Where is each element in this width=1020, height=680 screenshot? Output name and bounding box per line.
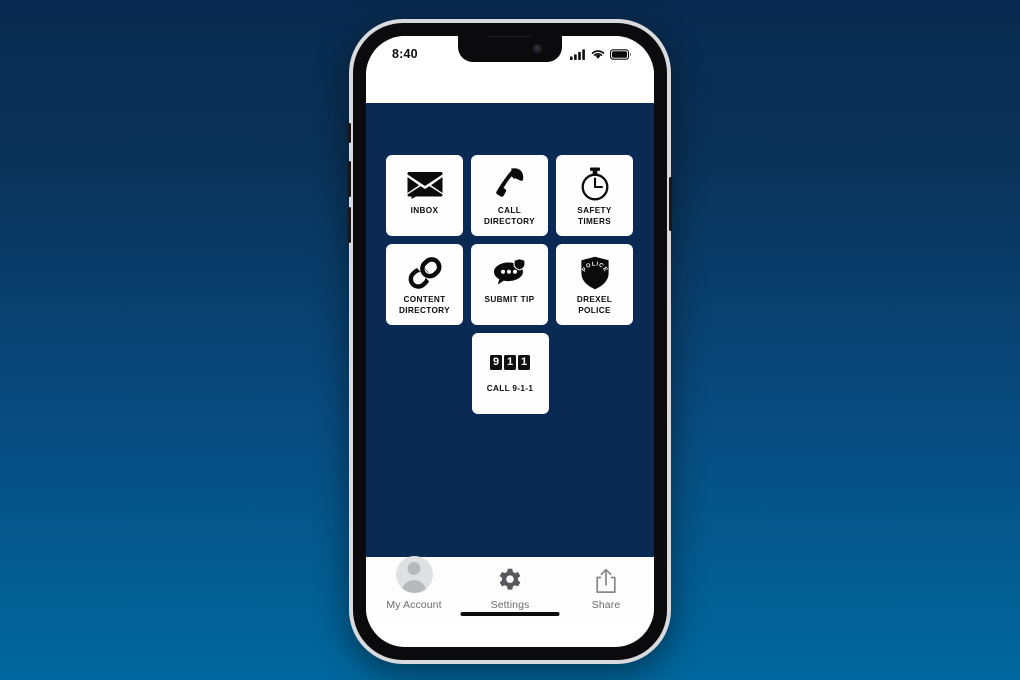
app-header-band xyxy=(366,66,654,103)
tile-drexel-police[interactable]: POLICE DREXEL POLICE xyxy=(556,244,633,325)
phone-handset-icon xyxy=(493,164,527,204)
chat-bubble-shield-icon xyxy=(492,253,528,293)
tab-share[interactable]: Share xyxy=(558,565,654,611)
avatar-head xyxy=(407,561,421,575)
gear-icon xyxy=(497,565,523,597)
phone-device: 8:40 INBOX CALL DIRECTORY SAFETY TIMERS … xyxy=(348,19,672,664)
stopwatch-icon xyxy=(579,164,611,204)
tile-call-directory[interactable]: CALL DIRECTORY xyxy=(471,155,548,236)
tile-label: DREXEL POLICE xyxy=(576,295,613,315)
share-upload-icon xyxy=(595,565,617,597)
volume-down-button[interactable] xyxy=(348,207,351,243)
tile-label: INBOX xyxy=(410,206,439,215)
wifi-icon xyxy=(591,49,605,59)
app-tile-grid: INBOX CALL DIRECTORY SAFETY TIMERS CONTE… xyxy=(386,155,634,325)
tile-label: SUBMIT TIP xyxy=(484,295,535,304)
chain-link-icon xyxy=(407,253,443,293)
avatar-icon xyxy=(395,555,433,597)
tile-call-911[interactable]: 9 1 1 CALL 9-1-1 xyxy=(471,333,549,414)
home-indicator[interactable] xyxy=(460,612,560,616)
avatar-body xyxy=(401,579,427,593)
phone-screen: 8:40 INBOX CALL DIRECTORY SAFETY TIMERS … xyxy=(366,36,654,647)
phone-bezel: 8:40 INBOX CALL DIRECTORY SAFETY TIMERS … xyxy=(353,23,667,660)
envelope-message-icon xyxy=(407,164,443,204)
battery-icon xyxy=(610,48,631,60)
tab-label: Settings xyxy=(490,599,530,611)
tile-label: CONTENT DIRECTORY xyxy=(399,295,450,315)
silence-switch[interactable] xyxy=(348,123,351,143)
tile-safety-timers[interactable]: SAFETY TIMERS xyxy=(556,155,633,236)
tab-my-account[interactable]: My Account xyxy=(366,555,462,611)
tab-settings[interactable]: Settings xyxy=(462,565,558,611)
digit-box: 9 xyxy=(490,354,502,370)
avatar xyxy=(395,555,433,593)
cellular-signal-icon xyxy=(570,48,585,60)
digit-box: 1 xyxy=(504,354,516,370)
notch xyxy=(458,36,562,62)
emergency-tile-row: 9 1 1 CALL 9-1-1 xyxy=(386,333,634,414)
tab-label: Share xyxy=(591,599,621,611)
tile-label: SAFETY TIMERS xyxy=(577,206,612,226)
screenshot-canvas: 8:40 INBOX CALL DIRECTORY SAFETY TIMERS … xyxy=(0,0,1020,680)
tile-label: CALL 9-1-1 xyxy=(486,384,534,393)
power-button[interactable] xyxy=(669,177,672,231)
status-bar-icons xyxy=(570,48,632,60)
bottom-tab-bar: My Account Settings Share xyxy=(366,555,654,622)
tile-submit-tip[interactable]: SUBMIT TIP xyxy=(471,244,548,325)
status-bar-clock: 8:40 xyxy=(392,47,418,61)
tile-content-directory[interactable]: CONTENT DIRECTORY xyxy=(386,244,463,325)
tile-inbox[interactable]: INBOX xyxy=(386,155,463,236)
front-camera-icon xyxy=(533,44,542,53)
app-home-screen: INBOX CALL DIRECTORY SAFETY TIMERS CONTE… xyxy=(366,103,654,557)
police-shield-icon: POLICE xyxy=(580,253,610,293)
digit-box: 1 xyxy=(518,354,530,370)
tab-label: My Account xyxy=(386,599,442,611)
volume-up-button[interactable] xyxy=(348,161,351,197)
tile-label: CALL DIRECTORY xyxy=(484,206,535,226)
earpiece-speaker xyxy=(487,36,533,37)
911-digits-icon: 9 1 1 xyxy=(490,342,530,382)
